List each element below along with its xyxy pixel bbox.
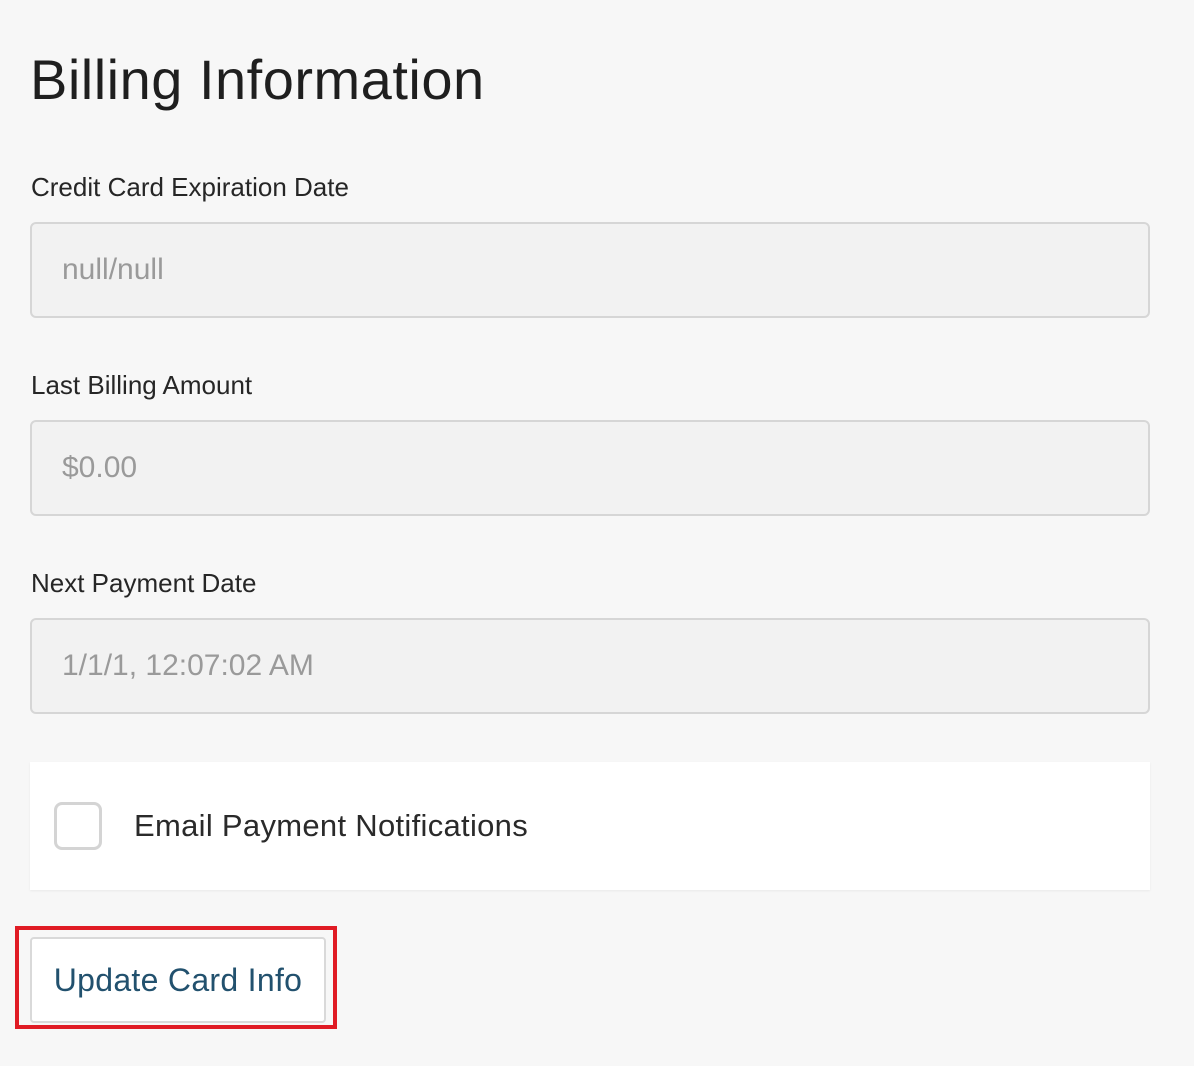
- page-title: Billing Information: [30, 48, 485, 111]
- update-card-info-button[interactable]: Update Card Info: [30, 937, 326, 1023]
- email-notifications-checkbox[interactable]: [54, 802, 102, 850]
- email-notifications-row: Email Payment Notifications: [30, 762, 1150, 890]
- last-billing-amount-label: Last Billing Amount: [31, 370, 253, 400]
- next-payment-date-field[interactable]: [30, 618, 1150, 714]
- next-payment-date-label: Next Payment Date: [31, 568, 257, 598]
- email-notifications-label[interactable]: Email Payment Notifications: [134, 806, 528, 846]
- billing-page: Billing Information Credit Card Expirati…: [0, 0, 1194, 1066]
- expiration-date-field[interactable]: [30, 222, 1150, 318]
- last-billing-amount-field[interactable]: [30, 420, 1150, 516]
- expiration-date-label: Credit Card Expiration Date: [31, 172, 349, 202]
